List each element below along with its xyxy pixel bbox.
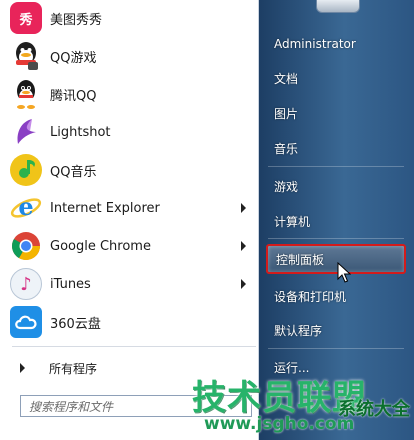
google-chrome-icon [10, 230, 42, 262]
program-label: 360云盘 [50, 316, 101, 332]
start-menu: 秀 美图秀秀 QQ游戏 腾讯QQ Lightshot QQ音乐 e Intern… [0, 0, 414, 440]
internet-explorer-icon: e [10, 192, 42, 224]
qq-music-icon [10, 154, 42, 186]
itunes-icon: ♪ [10, 268, 42, 300]
right-item-default-programs[interactable]: 默认程序 [266, 315, 406, 345]
divider [268, 238, 404, 239]
program-qq-music[interactable]: QQ音乐 [4, 152, 258, 188]
meitu-xiuxiu-icon: 秀 [10, 2, 42, 34]
program-itunes[interactable]: ♪ iTunes [4, 266, 258, 302]
right-item-music[interactable]: 音乐 [266, 133, 406, 163]
submenu-arrow-icon[interactable] [241, 279, 246, 289]
program-qq-game[interactable]: QQ游戏 [4, 38, 258, 74]
right-item-label: Administrator [274, 37, 356, 51]
all-programs-label: 所有程序 [49, 361, 98, 376]
right-item-games[interactable]: 游戏 [266, 171, 406, 201]
program-label: Internet Explorer [50, 200, 160, 216]
right-item-administrator[interactable]: Administrator [266, 29, 406, 59]
right-item-computer[interactable]: 计算机 [266, 206, 406, 236]
mouse-cursor-icon [337, 262, 351, 283]
right-item-documents[interactable]: 文档 [266, 63, 406, 93]
svg-text:e: e [18, 192, 33, 221]
qq-game-icon [10, 40, 42, 72]
right-item-devices-printers[interactable]: 设备和打印机 [266, 281, 406, 311]
right-item-label: 文档 [274, 71, 299, 86]
divider [268, 166, 404, 167]
right-item-label: 设备和打印机 [274, 289, 347, 304]
program-internet-explorer[interactable]: e Internet Explorer [4, 190, 258, 226]
search-placeholder: 搜索程序和文件 [29, 400, 114, 414]
right-item-label: 控制面板 [276, 252, 325, 267]
program-label: Lightshot [50, 124, 111, 140]
program-meitu-xiuxiu[interactable]: 秀 美图秀秀 [4, 0, 258, 36]
program-360-cloud[interactable]: 360云盘 [4, 304, 258, 340]
right-item-control-panel[interactable]: 控制面板 [266, 244, 406, 274]
program-label: iTunes [50, 276, 91, 292]
submenu-arrow-icon[interactable] [241, 203, 246, 213]
program-label: QQ音乐 [50, 164, 97, 180]
program-label: 美图秀秀 [50, 12, 103, 28]
divider [268, 348, 404, 349]
watermark-url: www.jsgho.com [204, 414, 355, 434]
right-item-label: 游戏 [274, 179, 299, 194]
program-google-chrome[interactable]: Google Chrome [4, 228, 258, 264]
right-item-label: 默认程序 [274, 323, 323, 338]
right-item-label: 图片 [274, 106, 299, 121]
submenu-arrow-icon[interactable] [241, 241, 246, 251]
right-item-label: 计算机 [274, 214, 311, 229]
expand-arrow-icon [20, 363, 25, 373]
program-tencent-qq[interactable]: 腾讯QQ [4, 76, 258, 112]
program-label: 腾讯QQ [50, 88, 97, 104]
program-label: QQ游戏 [50, 50, 97, 66]
program-label: Google Chrome [50, 238, 151, 254]
right-item-label: 音乐 [274, 141, 299, 156]
user-picture[interactable] [316, 0, 360, 13]
program-lightshot[interactable]: Lightshot [4, 114, 258, 150]
tencent-qq-icon [10, 78, 42, 110]
lightshot-icon [10, 116, 42, 148]
360-cloud-icon [10, 306, 42, 338]
divider [12, 346, 256, 347]
right-item-pictures[interactable]: 图片 [266, 98, 406, 128]
